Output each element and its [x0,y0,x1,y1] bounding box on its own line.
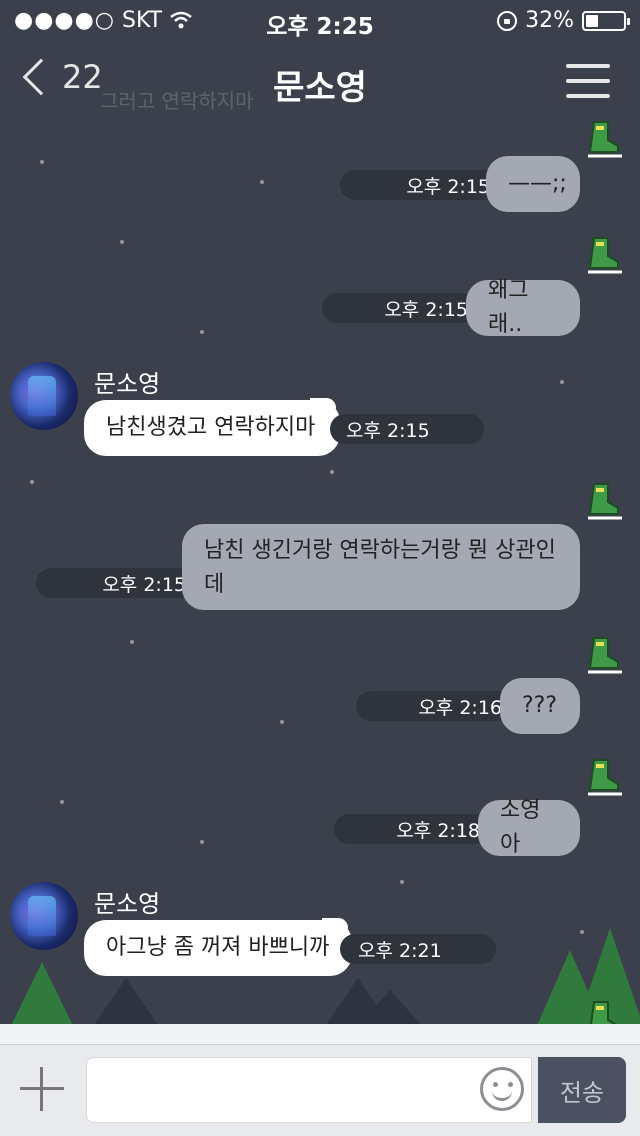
outgoing-message[interactable]: 남친 생긴거랑 연락하는거랑 뭔 상관인데 [182,524,580,610]
ice-skate-icon [588,237,622,274]
snow-cap-decoration [310,398,336,412]
message-time: 오후 2:15 [322,293,478,323]
tree-icon [8,962,76,1032]
sender-name: 문소영 [94,890,161,918]
message-time: 오후 2:15 [330,414,484,444]
message-time: 오후 2:18 [334,814,490,844]
tree-icon [92,978,160,1028]
message-time: 오후 2:16 [356,691,512,721]
battery-level [586,14,598,27]
menu-button[interactable] [566,64,610,98]
status-bar: ●●●●○ SKT 오후 2:25 32% [0,0,640,40]
snow-cap-decoration [322,918,348,932]
outgoing-message[interactable]: 왜그래.. [466,278,580,337]
ice-skate-icon [588,483,622,520]
chat-header: 그러고 연락하지마 22 문소영 [0,40,640,126]
send-button[interactable]: 전송 [538,1057,626,1123]
snow-ground [0,1024,640,1044]
ice-skate-icon [588,759,622,796]
message-time: 오후 2:15 [36,568,196,598]
incoming-message[interactable]: 남친생겼고 연락하지마 [84,400,340,456]
chat-title: 문소영 [273,68,367,108]
sender-name: 문소영 [94,370,161,398]
hamburger-icon [566,64,610,68]
incoming-message[interactable]: 아그냥 좀 꺼져 바쁘니까 [84,920,352,976]
avatar[interactable] [10,882,78,950]
ice-skate-icon [588,121,622,158]
message-time: 오후 2:21 [340,934,496,964]
rotation-lock-icon [497,10,518,31]
battery-icon [582,10,630,31]
message-time: 오후 2:15 [340,170,500,200]
battery-percent: 32% [525,8,574,33]
outgoing-message[interactable]: ——;; [486,156,580,212]
outgoing-message[interactable]: 소영아 [478,798,580,857]
outgoing-message[interactable]: ??? [500,678,580,734]
avatar[interactable] [10,362,78,430]
add-attachment-button[interactable] [20,1067,64,1111]
emoji-button[interactable] [480,1067,524,1111]
message-input-bar: 전송 [0,1044,640,1136]
ice-skate-icon [588,637,622,674]
message-input[interactable] [86,1057,532,1123]
tree-icon [356,990,424,1028]
